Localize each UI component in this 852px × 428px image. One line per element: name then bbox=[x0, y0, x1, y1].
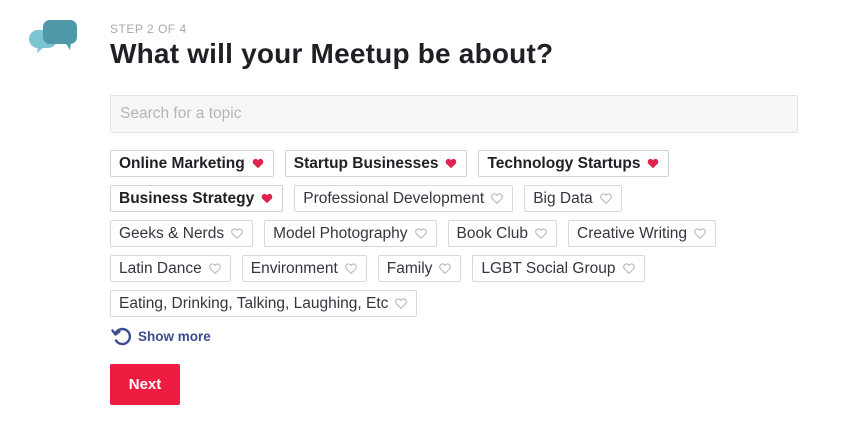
topic-chip[interactable]: Startup Businesses bbox=[284, 150, 468, 177]
topic-chip[interactable]: Technology Startups bbox=[478, 150, 670, 177]
topic-chip-label: Latin Dance bbox=[119, 259, 202, 277]
filled-heart-icon bbox=[252, 158, 264, 169]
topic-search-input[interactable] bbox=[110, 95, 798, 133]
topic-chip-label: Creative Writing bbox=[577, 224, 688, 242]
topic-chip[interactable]: Book Club bbox=[447, 220, 558, 247]
outline-heart-icon bbox=[208, 263, 221, 274]
topic-chip-label: Business Strategy bbox=[119, 189, 255, 207]
topic-chip[interactable]: Creative Writing bbox=[568, 220, 717, 247]
refresh-icon bbox=[111, 327, 132, 346]
topic-chip[interactable]: Professional Development bbox=[294, 185, 514, 212]
topic-chip-label: Online Marketing bbox=[119, 154, 245, 172]
topic-chip-list: Online Marketing Startup Businesses Techno… bbox=[110, 150, 810, 325]
outline-heart-icon bbox=[599, 193, 612, 204]
topic-chip[interactable]: Online Marketing bbox=[110, 150, 274, 177]
topic-chip-label: Geeks & Nerds bbox=[119, 224, 225, 242]
topic-chip[interactable]: Big Data bbox=[524, 185, 622, 212]
outline-heart-icon bbox=[622, 263, 635, 274]
topic-chip[interactable]: Eating, Drinking, Talking, Laughing, Etc bbox=[110, 290, 418, 317]
topic-chip[interactable]: Environment bbox=[241, 255, 367, 282]
topic-chip-label: Eating, Drinking, Talking, Laughing, Etc bbox=[119, 294, 389, 312]
topic-row: Geeks & Nerds Model Photography Book Club C… bbox=[110, 220, 810, 247]
outline-heart-icon bbox=[535, 228, 547, 239]
topic-row: Online Marketing Startup Businesses Techno… bbox=[110, 150, 810, 177]
meetup-chat-bubbles-logo bbox=[29, 20, 77, 53]
outline-heart-icon bbox=[694, 228, 706, 239]
topic-chip-label: Technology Startups bbox=[487, 154, 641, 172]
show-more-label: Show more bbox=[138, 328, 211, 344]
outline-heart-icon bbox=[395, 298, 408, 309]
topic-chip-label: Environment bbox=[250, 259, 338, 277]
filled-heart-icon bbox=[647, 158, 659, 169]
topic-chip[interactable]: Business Strategy bbox=[110, 185, 284, 212]
outline-heart-icon bbox=[491, 193, 504, 204]
next-button[interactable]: Next bbox=[110, 364, 180, 405]
outline-heart-icon bbox=[344, 263, 357, 274]
topic-chip-label: Professional Development bbox=[303, 189, 485, 207]
topic-chip[interactable]: Latin Dance bbox=[110, 255, 231, 282]
outline-heart-icon bbox=[231, 228, 243, 239]
outline-heart-icon bbox=[439, 263, 452, 274]
topic-row: Business Strategy Professional Developmen… bbox=[110, 185, 810, 212]
topic-chip-label: Model Photography bbox=[273, 224, 408, 242]
show-more-link[interactable]: Show more bbox=[110, 324, 211, 348]
filled-heart-icon bbox=[261, 193, 273, 204]
topic-chip-label: LGBT Social Group bbox=[481, 259, 616, 277]
topic-chip-label: Big Data bbox=[533, 189, 593, 207]
page-title: What will your Meetup be about? bbox=[110, 38, 554, 69]
topic-row: Eating, Drinking, Talking, Laughing, Etc bbox=[110, 290, 810, 317]
topic-chip-label: Startup Businesses bbox=[293, 154, 439, 172]
topic-chip[interactable]: Geeks & Nerds bbox=[110, 220, 254, 247]
topic-chip-label: Family bbox=[386, 259, 433, 277]
topic-chip[interactable]: Family bbox=[377, 255, 462, 282]
topic-chip-label: Book Club bbox=[456, 224, 529, 242]
topic-chip[interactable]: LGBT Social Group bbox=[472, 255, 645, 282]
topic-row: Latin Dance Environment Family LGBT Social … bbox=[110, 255, 810, 282]
outline-heart-icon bbox=[414, 228, 427, 239]
filled-heart-icon bbox=[445, 158, 457, 169]
step-indicator: STEP 2 OF 4 bbox=[110, 22, 187, 36]
topic-chip[interactable]: Model Photography bbox=[264, 220, 437, 247]
